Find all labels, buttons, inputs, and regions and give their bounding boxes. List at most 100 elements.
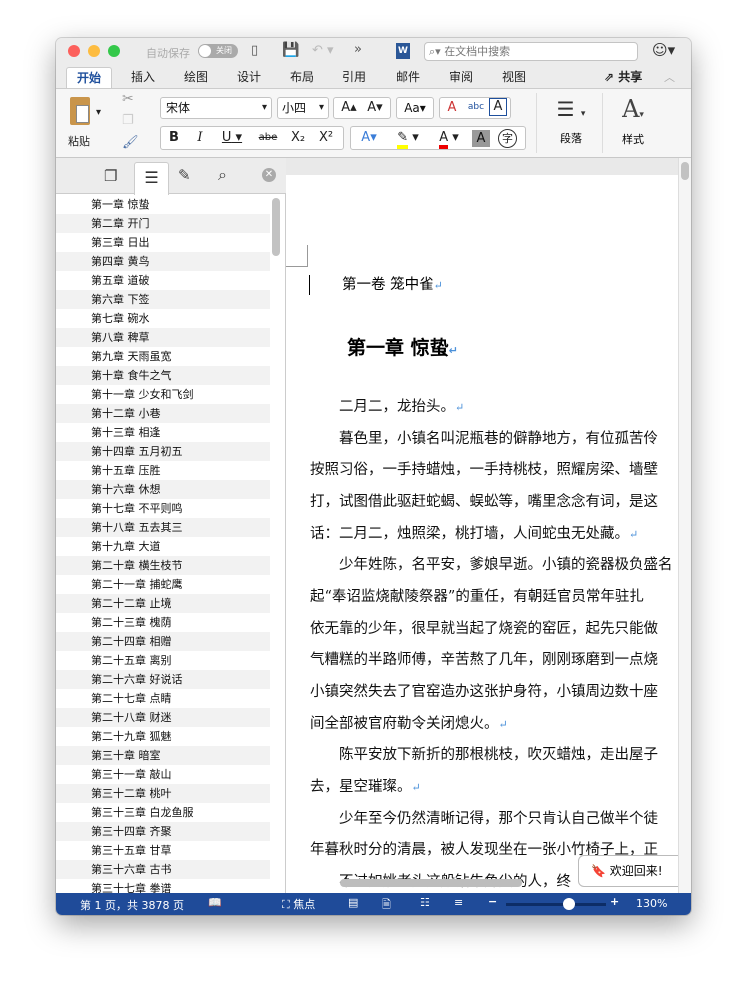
chapter-list-item[interactable]: 第二十一章 捕蛇鹰 bbox=[56, 575, 270, 594]
outline-scrollbar[interactable] bbox=[272, 198, 280, 256]
chapter-list-item[interactable]: 第三十四章 齐聚 bbox=[56, 822, 270, 841]
thumbnails-tab-icon[interactable]: ❐ bbox=[104, 167, 117, 185]
copy-icon[interactable]: ❐ bbox=[122, 113, 134, 128]
chapter-list-item[interactable]: 第二十九章 狐魅 bbox=[56, 727, 270, 746]
chapter-list-item[interactable]: 第三十五章 甘草 bbox=[56, 841, 270, 860]
chapter-list-item[interactable]: 第二十二章 止境 bbox=[56, 594, 270, 613]
bold-button[interactable]: B bbox=[162, 127, 186, 149]
autosave-toggle[interactable]: 关闭 bbox=[198, 44, 238, 58]
close-window-button[interactable] bbox=[68, 45, 80, 57]
tab-review[interactable]: 审阅 bbox=[439, 67, 483, 89]
chapter-list-item[interactable]: 第二十三章 槐荫 bbox=[56, 613, 270, 632]
tab-draw[interactable]: 绘图 bbox=[174, 67, 218, 89]
chapter-list-item[interactable]: 第二章 开门 bbox=[56, 214, 270, 233]
chapter-list-item[interactable]: 第十六章 休想 bbox=[56, 480, 270, 499]
character-shading-button[interactable]: A bbox=[472, 130, 490, 147]
highlight-button[interactable]: ✎ ▾ bbox=[388, 127, 428, 149]
underline-button[interactable]: U ▾ bbox=[214, 127, 250, 149]
tab-home[interactable]: 开始 bbox=[66, 67, 113, 89]
share-button[interactable]: ⇗ 共享 bbox=[594, 67, 652, 89]
more-icon[interactable]: » bbox=[354, 42, 362, 57]
chapter-list-item[interactable]: 第五章 道破 bbox=[56, 271, 270, 290]
chapter-list-item[interactable]: 第二十四章 相赠 bbox=[56, 632, 270, 651]
comments-tab-icon[interactable]: ✎ bbox=[178, 166, 191, 184]
font-name-select[interactable]: 宋体 ▾ bbox=[160, 97, 272, 119]
grow-font-button[interactable]: A▴ bbox=[336, 97, 362, 119]
superscript-button[interactable]: X² bbox=[314, 127, 338, 149]
horizontal-scrollbar[interactable] bbox=[340, 879, 522, 887]
chapter-list-item[interactable]: 第十七章 不平则鸣 bbox=[56, 499, 270, 518]
chapter-list-item[interactable]: 第三十三章 白龙鱼服 bbox=[56, 803, 270, 822]
chapter-list-item[interactable]: 第三十章 暗室 bbox=[56, 746, 270, 765]
tab-references[interactable]: 引用 bbox=[332, 67, 376, 89]
chapter-list-item[interactable]: 第十一章 少女和飞剑 bbox=[56, 385, 270, 404]
undo-icon[interactable]: ↶ ▾ bbox=[312, 43, 334, 58]
tab-layout[interactable]: 布局 bbox=[280, 67, 324, 89]
styles-button[interactable]: A▾ 样式 bbox=[608, 93, 658, 153]
chapter-list-item[interactable]: 第三十二章 桃叶 bbox=[56, 784, 270, 803]
chapter-list-item[interactable]: 第十九章 大道 bbox=[56, 537, 270, 556]
chapter-list-item[interactable]: 第十二章 小巷 bbox=[56, 404, 270, 423]
welcome-back-bookmark[interactable]: 🔖 欢迎回来! bbox=[578, 855, 678, 887]
strikethrough-button[interactable]: abe bbox=[254, 127, 282, 149]
zoom-in-button[interactable]: + bbox=[610, 895, 619, 908]
outline-tab-icon[interactable]: ☰ bbox=[134, 162, 169, 195]
chapter-list-item[interactable]: 第十五章 压胜 bbox=[56, 461, 270, 480]
enclose-characters-button[interactable]: 字 bbox=[498, 129, 517, 148]
chapter-list-item[interactable]: 第二十章 横生枝节 bbox=[56, 556, 270, 575]
text-effects-button[interactable]: A▾ bbox=[354, 127, 384, 149]
zoom-out-button[interactable]: − bbox=[488, 895, 497, 908]
collapse-ribbon-icon[interactable]: ︿ bbox=[664, 69, 675, 85]
sidebar-toggle-icon[interactable]: ▯ bbox=[251, 43, 258, 58]
chapter-list-item[interactable]: 第二十五章 离别 bbox=[56, 651, 270, 670]
chapter-list-item[interactable]: 第十章 食牛之气 bbox=[56, 366, 270, 385]
search-input[interactable]: ⌕▾ 在文档中搜索 bbox=[424, 42, 638, 61]
outline-view-icon[interactable]: ☷ bbox=[420, 896, 430, 909]
chapter-list-item[interactable]: 第三章 日出 bbox=[56, 233, 270, 252]
phonetic-guide-button[interactable]: abc bbox=[465, 97, 487, 119]
tab-view[interactable]: 视图 bbox=[492, 67, 536, 89]
chapter-list-item[interactable]: 第六章 下签 bbox=[56, 290, 270, 309]
chapter-list-item[interactable]: 第十三章 相逢 bbox=[56, 423, 270, 442]
chapter-list-item[interactable]: 第九章 天雨虽宽 bbox=[56, 347, 270, 366]
tab-insert[interactable]: 插入 bbox=[121, 67, 165, 89]
clear-formatting-button[interactable]: A bbox=[441, 97, 463, 119]
focus-button[interactable]: ⛶ 焦点 bbox=[282, 896, 315, 912]
chapter-list-item[interactable]: 第三十六章 古书 bbox=[56, 860, 270, 879]
chapter-list-item[interactable]: 第二十六章 好说话 bbox=[56, 670, 270, 689]
font-size-select[interactable]: 小四 ▾ bbox=[277, 97, 329, 119]
chapter-list-item[interactable]: 第三十七章 拳谱 bbox=[56, 879, 270, 893]
search-tab-icon[interactable]: ⌕ bbox=[218, 165, 227, 185]
feedback-smiley-icon[interactable]: ☺▾ bbox=[652, 41, 675, 59]
draft-view-icon[interactable]: ≡ bbox=[454, 896, 463, 909]
minimize-window-button[interactable] bbox=[88, 45, 100, 57]
shrink-font-button[interactable]: A▾ bbox=[362, 97, 388, 119]
chapter-list-item[interactable]: 第二十八章 财迷 bbox=[56, 708, 270, 727]
zoom-slider[interactable] bbox=[506, 898, 606, 910]
zoom-window-button[interactable] bbox=[108, 45, 120, 57]
print-layout-icon[interactable]: ▤ bbox=[348, 896, 358, 909]
close-pane-icon[interactable]: ✕ bbox=[262, 168, 276, 182]
chapter-list-item[interactable]: 第四章 黄鸟 bbox=[56, 252, 270, 271]
font-color-button[interactable]: A ▾ bbox=[430, 127, 468, 149]
chapter-list-item[interactable]: 第十八章 五去其三 bbox=[56, 518, 270, 537]
document-body[interactable]: 二月二，龙抬头。↵ 暮色里，小镇名叫泥瓶巷的僻静地方，有位孤苦伶 按照习俗，一手持… bbox=[310, 392, 678, 893]
page-count[interactable]: 第 1 页，共 3878 页 bbox=[80, 897, 184, 913]
cut-icon[interactable]: ✂ bbox=[122, 91, 134, 107]
paste-button[interactable]: ▾ 粘贴 bbox=[66, 95, 106, 151]
chapter-list-item[interactable]: 第八章 稗草 bbox=[56, 328, 270, 347]
paste-dropdown-icon[interactable]: ▾ bbox=[96, 107, 101, 118]
zoom-slider-knob[interactable] bbox=[563, 898, 576, 910]
paragraph-button[interactable]: ☰ ▾ 段落 bbox=[546, 93, 596, 153]
web-layout-icon[interactable]: 🗎 bbox=[382, 896, 391, 915]
save-icon[interactable]: 💾 bbox=[282, 42, 299, 58]
document-scroll-thumb[interactable] bbox=[681, 162, 689, 180]
tab-design[interactable]: 设计 bbox=[227, 67, 271, 89]
italic-button[interactable]: I bbox=[188, 127, 212, 149]
character-border-button[interactable]: A bbox=[489, 98, 507, 116]
chapter-list-item[interactable]: 第一章 惊蛰 bbox=[56, 195, 270, 214]
document-scrollbar[interactable] bbox=[678, 158, 691, 893]
chapter-list-item[interactable]: 第三十一章 敲山 bbox=[56, 765, 270, 784]
zoom-level[interactable]: 130% bbox=[636, 897, 667, 910]
subscript-button[interactable]: X₂ bbox=[286, 127, 310, 149]
